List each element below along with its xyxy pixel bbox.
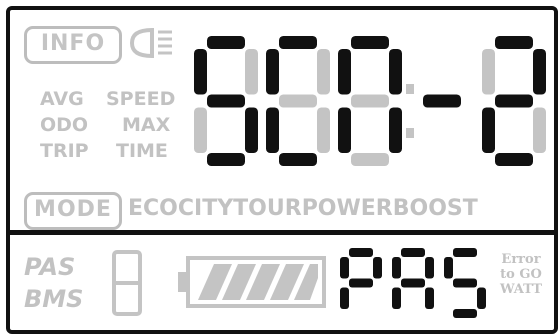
segment-a: [453, 248, 477, 257]
colon-dot: [406, 128, 414, 138]
segment-b: [533, 49, 546, 95]
speed-label: SPEED: [106, 88, 176, 110]
segment-f: [444, 257, 453, 279]
mode-option-city: CITY: [177, 196, 234, 221]
segment-d: [279, 153, 317, 166]
segment-b: [245, 49, 258, 95]
segment-f: [266, 49, 279, 95]
segment-a: [279, 36, 317, 49]
segment-c: [245, 107, 258, 153]
segment-e: [194, 107, 207, 153]
segment-g: [349, 278, 373, 288]
lcd-display-panel: INFO AVG SPEED ODO MAX TRIP TIME MODE EC…: [6, 6, 558, 334]
segment-c: [317, 107, 330, 153]
segment-g: [495, 94, 533, 108]
assist-readout: [340, 248, 486, 318]
segment-b: [373, 257, 382, 279]
segment-d: [351, 153, 389, 166]
mode-label: MODE: [34, 197, 112, 222]
info-label: INFO: [40, 31, 106, 56]
segment-g: [401, 278, 425, 288]
segment-d: [453, 309, 477, 318]
mode-option-power: POWER: [301, 196, 393, 221]
segment-e: [482, 107, 495, 153]
segment-b: [317, 49, 330, 95]
odo-label: ODO: [40, 114, 89, 136]
time-label: TIME: [116, 140, 168, 162]
info-badge: INFO: [24, 26, 122, 64]
mode-options: ECOCITYTOURPOWERBOOST: [128, 196, 478, 221]
max-label: MAX: [122, 114, 171, 136]
bms-label: BMS: [24, 285, 84, 313]
segment-a: [349, 248, 373, 257]
status-text: Error to GO WATT: [492, 252, 550, 297]
segment-g: [423, 94, 461, 108]
segment-c: [533, 107, 546, 153]
segment-b: [389, 49, 402, 95]
segment-a: [207, 36, 245, 49]
main-readout: [194, 36, 546, 166]
segment-d: [495, 153, 533, 166]
status-line-watt: WATT: [499, 282, 543, 297]
status-line-togo: to GO: [500, 267, 542, 282]
colon-dot: [406, 84, 414, 94]
segment-e: [340, 287, 349, 309]
segment-g: [279, 94, 317, 108]
battery-icon: [178, 256, 326, 308]
status-line-error: Error: [501, 252, 541, 267]
segment-e: [266, 107, 279, 153]
segment-g: [351, 94, 389, 108]
mode-option-tour: TOUR: [233, 196, 302, 221]
avg-label: AVG: [40, 88, 84, 110]
segment-c: [389, 107, 402, 153]
segment-f: [340, 257, 349, 279]
mode-option-boost: BOOST: [392, 196, 478, 221]
pas-label: PAS: [24, 253, 76, 281]
segment-a: [401, 248, 425, 257]
panel-divider: [10, 230, 554, 235]
segment-c: [477, 287, 486, 309]
mode-option-eco: ECO: [128, 196, 178, 221]
segment-e: [392, 287, 401, 309]
segment-g: [207, 94, 245, 108]
segment-b: [425, 257, 434, 279]
segment-f: [482, 49, 495, 95]
segment-f: [392, 257, 401, 279]
trip-label: TRIP: [40, 140, 89, 162]
segment-e: [338, 107, 351, 153]
segment-a: [351, 36, 389, 49]
headlight-icon: [129, 27, 172, 59]
pas-level-digit: [112, 250, 142, 316]
mode-badge: MODE: [24, 192, 122, 230]
segment-c: [425, 287, 434, 309]
segment-f: [194, 49, 207, 95]
segment-g: [453, 278, 477, 288]
segment-a: [495, 36, 533, 49]
segment-f: [338, 49, 351, 95]
segment-d: [207, 153, 245, 166]
